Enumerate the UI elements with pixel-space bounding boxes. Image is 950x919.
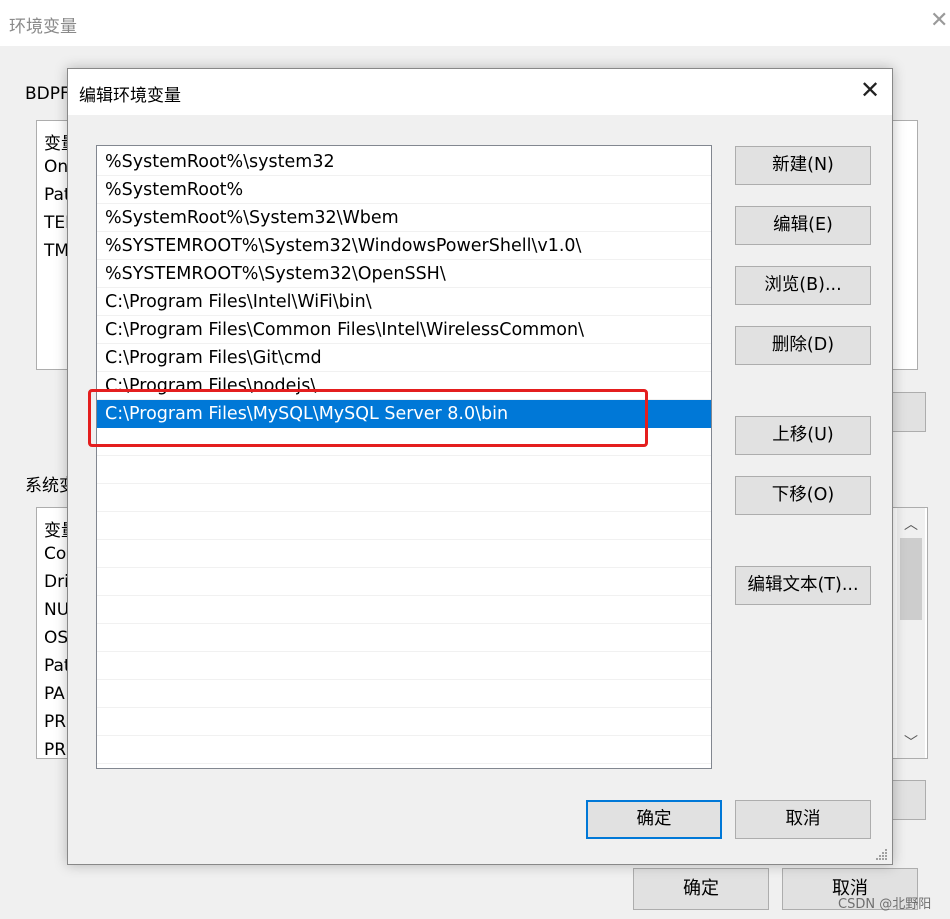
path-row[interactable]: %SYSTEMROOT%\System32\OpenSSH\: [97, 260, 711, 288]
path-row[interactable]: C:\Program Files\Intel\WiFi\bin\: [97, 288, 711, 316]
path-row-empty[interactable]: [97, 736, 711, 764]
watermark: CSDN @北野阳: [838, 897, 932, 912]
path-row-empty[interactable]: [97, 540, 711, 568]
path-row[interactable]: %SYSTEMROOT%\System32\WindowsPowerShell\…: [97, 232, 711, 260]
path-row-empty[interactable]: [97, 708, 711, 736]
dialog-title-bar: 编辑环境变量 ✕: [68, 69, 892, 115]
browse-button[interactable]: 浏览(B)...: [735, 266, 871, 305]
system-list-item[interactable]: NU: [44, 600, 69, 620]
bg-user-action-button[interactable]: [890, 392, 926, 432]
path-row[interactable]: %SystemRoot%\System32\Wbem: [97, 204, 711, 232]
cancel-button[interactable]: 取消: [735, 800, 871, 839]
bg-close-icon[interactable]: ✕: [930, 10, 948, 32]
path-row-selected[interactable]: C:\Program Files\MySQL\MySQL Server 8.0\…: [97, 400, 711, 428]
path-row-empty[interactable]: [97, 652, 711, 680]
path-row[interactable]: C:\Program Files\nodejs\: [97, 372, 711, 400]
path-row-empty[interactable]: [97, 568, 711, 596]
path-row[interactable]: C:\Program Files\Git\cmd: [97, 344, 711, 372]
path-row[interactable]: %SystemRoot%: [97, 176, 711, 204]
close-icon[interactable]: ✕: [857, 77, 883, 103]
edit-button[interactable]: 编辑(E): [735, 206, 871, 245]
path-row-empty[interactable]: [97, 428, 711, 456]
edit-environment-variable-dialog: 编辑环境变量 ✕ %SystemRoot%\system32 %SystemRoo…: [67, 68, 893, 865]
path-row-empty[interactable]: [97, 456, 711, 484]
path-row-empty[interactable]: [97, 680, 711, 708]
system-list-item[interactable]: Co: [44, 544, 66, 564]
path-list[interactable]: %SystemRoot%\system32 %SystemRoot% %System…: [96, 145, 712, 769]
resize-grip-icon[interactable]: [876, 849, 888, 861]
path-row-empty[interactable]: [97, 512, 711, 540]
scroll-down-icon[interactable]: ﹀: [897, 732, 925, 754]
dialog-title: 编辑环境变量: [79, 86, 181, 106]
system-list-item[interactable]: Dri: [44, 572, 69, 592]
user-variables-group-label: BDPF: [25, 84, 70, 104]
user-list-item[interactable]: TM: [44, 241, 69, 261]
scroll-thumb[interactable]: [900, 538, 922, 620]
edit-text-button[interactable]: 编辑文本(T)...: [735, 566, 871, 605]
system-list-item[interactable]: PA: [44, 684, 65, 704]
system-list-item[interactable]: PR: [44, 712, 66, 732]
bg-window-title: 环境变量: [9, 17, 77, 37]
user-list-item[interactable]: On: [44, 157, 68, 177]
system-list-item[interactable]: OS: [44, 628, 68, 648]
new-button[interactable]: 新建(N): [735, 146, 871, 185]
path-row-empty[interactable]: [97, 596, 711, 624]
path-row[interactable]: %SystemRoot%\system32: [97, 148, 711, 176]
path-row[interactable]: C:\Program Files\Common Files\Intel\Wire…: [97, 316, 711, 344]
delete-button[interactable]: 删除(D): [735, 326, 871, 365]
bg-system-action-button[interactable]: [890, 780, 926, 820]
bg-ok-button[interactable]: 确定: [633, 868, 769, 910]
ok-button[interactable]: 确定: [586, 800, 722, 839]
bg-title-bar: 环境变量 ✕: [0, 0, 950, 46]
system-list-scrollbar[interactable]: ︿ ﹀: [897, 508, 925, 758]
scroll-up-icon[interactable]: ︿: [897, 514, 925, 536]
path-row-empty[interactable]: [97, 484, 711, 512]
system-list-item[interactable]: PR: [44, 740, 66, 758]
path-row-empty[interactable]: [97, 624, 711, 652]
move-down-button[interactable]: 下移(O): [735, 476, 871, 515]
move-up-button[interactable]: 上移(U): [735, 416, 871, 455]
